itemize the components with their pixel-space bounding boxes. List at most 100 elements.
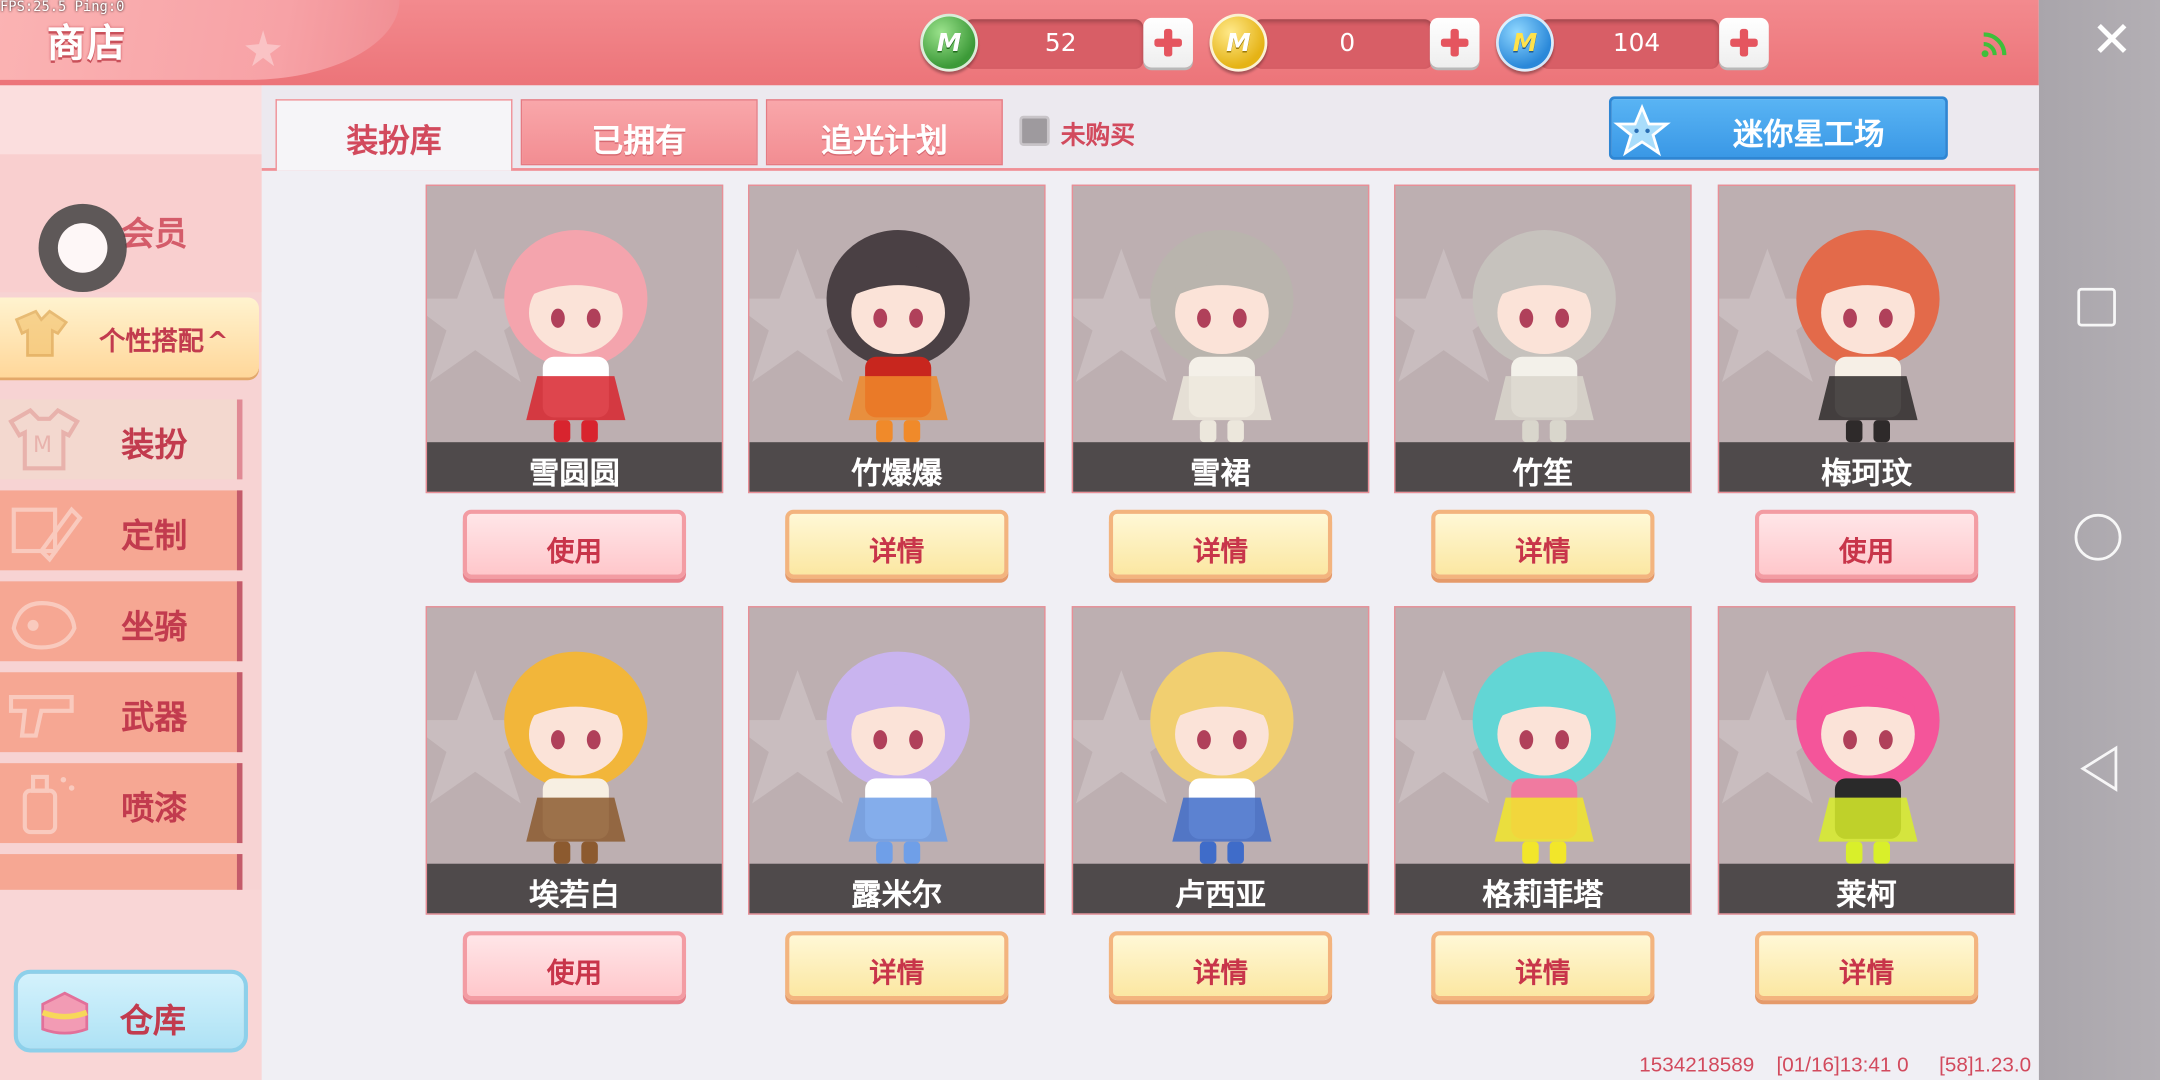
skin-card[interactable]: 埃若白 [425,606,724,915]
add-blue-currency-button[interactable] [1719,17,1769,68]
use-button[interactable]: 使用 [462,931,687,1001]
character-figure [826,651,970,864]
skin-name: 格莉菲塔 [1482,878,1604,914]
sidebar-item-weapon[interactable]: 武器 [0,672,243,753]
skin-name: 雪裙 [1190,457,1251,492]
style-group-text: 个性搭配 [99,326,204,357]
skin-card[interactable]: 格莉菲塔 [1394,606,1692,915]
character-figure [1472,651,1616,864]
details-button[interactable]: 详情 [1754,931,1979,1001]
button-label: 详情 [1839,956,1895,990]
skin-name-bar: 雪圆圆 [427,442,722,492]
character-figure [1796,651,1940,864]
skin-card[interactable]: 雪裙 [1071,184,1370,494]
sparkle-star-icon [245,30,282,67]
tab-light-chase-plan[interactable]: 追光计划 [765,99,1003,166]
details-button[interactable]: 详情 [785,509,1009,579]
server-time: [01/16]13:41 0 [1776,1053,1909,1078]
svg-text:M: M [33,433,52,458]
currency-value-gold: 0 [1339,28,1356,58]
blue-mini-coin-icon: M [1496,13,1554,72]
user-id: 1534218589 [1639,1053,1755,1078]
skin-card[interactable]: 卢西亚 [1071,606,1370,915]
gun-icon [8,694,74,738]
skin-card[interactable]: 竹笙 [1394,184,1692,494]
mount-icon [11,601,77,650]
use-button[interactable]: 使用 [1754,509,1979,579]
game-screen: 商店 FPS:25.5 Ping:0 M 52 M 0 M 104 ✕ 会员 个… [0,0,2160,1080]
skin-name: 莱柯 [1836,878,1897,914]
warehouse-button[interactable]: 仓库 [13,969,248,1053]
use-button[interactable]: 使用 [462,509,687,579]
add-green-currency-button[interactable] [1143,17,1193,68]
chevron-up-icon: ^ [206,326,229,357]
skin-name-bar: 格莉菲塔 [1395,863,1691,914]
button-label: 详情 [869,956,925,990]
skin-name: 露米尔 [851,878,943,914]
studio-label: 迷你星工场 [1732,118,1885,153]
sidebar-item-spray[interactable]: 喷漆 [0,763,243,844]
details-button[interactable]: 详情 [1431,509,1655,579]
sidebar-item-custom[interactable]: 定制 [0,490,243,571]
sidebar-top [0,85,262,158]
outfit-icon [14,309,69,357]
button-label: 使用 [546,956,602,990]
skin-name-bar: 竹爆爆 [749,442,1045,492]
pencil-icon [11,506,83,563]
skin-card[interactable]: 莱柯 [1717,606,2016,915]
sidebar-item-outfit[interactable]: M 装扮 [0,399,243,480]
skin-card[interactable]: 雪圆圆 [425,184,724,494]
skin-name-bar: 莱柯 [1719,863,2014,914]
sidebar-item-more[interactable] [0,854,243,890]
wifi-signal-icon [1981,32,2007,58]
fps-readout: FPS:25.5 Ping:0 [0,0,125,16]
warehouse-label: 仓库 [119,1001,186,1041]
home-icon[interactable] [2074,513,2122,561]
skin-name: 卢西亚 [1175,878,1266,914]
footer-info: 1534218589 [01/16]13:41 0 [58]1.23.0 [1639,1054,2031,1077]
button-label: 详情 [869,534,925,568]
recent-apps-icon[interactable] [2077,287,2116,327]
details-button[interactable]: 详情 [1108,509,1333,579]
sidebar-item-label: 定制 [121,516,188,556]
button-label: 详情 [1192,534,1249,568]
details-button[interactable]: 详情 [1431,931,1655,1001]
tab-label: 追光计划 [821,123,948,160]
warehouse-icon [41,991,89,1035]
tab-label: 装扮库 [346,123,442,160]
skin-name-bar: 露米尔 [749,863,1045,914]
close-icon[interactable]: ✕ [2091,16,2133,67]
skin-name: 雪圆圆 [528,457,620,492]
floating-joystick[interactable] [38,203,127,293]
skin-card[interactable]: 竹爆爆 [748,184,1046,494]
skin-name-bar: 埃若白 [427,863,722,914]
shirt-icon: M [8,407,81,471]
skin-card[interactable]: 露米尔 [748,606,1046,915]
character-figure [826,230,970,443]
details-button[interactable]: 详情 [1108,931,1333,1001]
skin-card[interactable]: 梅珂玟 [1717,184,2016,494]
details-button[interactable]: 详情 [785,931,1009,1001]
tab-outfit-library[interactable]: 装扮库 [275,99,513,171]
sidebar-item-label: 装扮 [121,425,188,465]
style-group-label: 个性搭配 ^ [99,321,228,358]
not-purchased-checkbox[interactable] [1019,115,1050,147]
not-purchased-label: 未购买 [1060,121,1136,151]
sidebar-item-mount[interactable]: 坐骑 [0,581,243,662]
sidebar-item-label: 武器 [121,698,188,737]
member-label: 会员 [121,214,188,254]
button-label: 详情 [1515,534,1571,568]
skin-name: 竹笙 [1512,457,1574,492]
add-gold-currency-button[interactable] [1429,17,1480,68]
back-icon[interactable] [2077,744,2121,794]
currency-value-blue: 104 [1612,28,1661,58]
star-icon [1613,103,1671,157]
character-figure [504,230,648,443]
green-mini-coin-icon: M [920,13,979,72]
character-figure [1472,230,1616,443]
mini-star-studio-button[interactable]: 迷你星工场 [1608,96,1948,160]
tab-owned[interactable]: 已拥有 [520,99,758,166]
version: [58]1.23.0 [1939,1053,2032,1078]
character-figure [504,651,648,864]
sidebar-item-label: 坐骑 [121,607,188,647]
